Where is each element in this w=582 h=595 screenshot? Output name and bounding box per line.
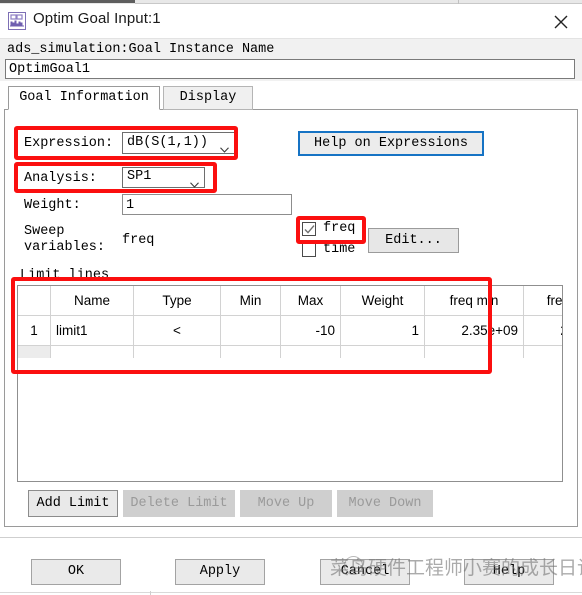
- column-header-weight[interactable]: Weight: [340, 286, 425, 316]
- column-header-index: [18, 286, 51, 316]
- cell-weight[interactable]: 1: [340, 315, 425, 346]
- window-title: Optim Goal Input:1: [33, 10, 161, 27]
- column-header-type[interactable]: Type: [133, 286, 221, 316]
- empty-cell: [50, 345, 134, 358]
- dialog-button-bar: OK Apply Cancel Help: [0, 540, 582, 595]
- row-index: 1: [18, 315, 51, 346]
- bottom-hairline-tick: [150, 591, 151, 595]
- move-up-button: Move Up: [240, 490, 332, 517]
- ok-button[interactable]: OK: [31, 559, 121, 585]
- sweep-variables-label-line2: variables:: [24, 240, 106, 255]
- freq-checkbox-label: freq: [323, 221, 356, 236]
- tab-bar: Goal Information Display: [4, 86, 578, 110]
- column-header-freq-max[interactable]: freq max: [523, 286, 562, 316]
- expression-value: dB(S(1,1)): [127, 135, 209, 150]
- chevron-down-icon: [190, 175, 199, 188]
- move-down-button: Move Down: [337, 490, 433, 517]
- empty-cell: [424, 345, 524, 358]
- table-header-row: Name Type Min Max Weight freq min freq m…: [18, 286, 562, 316]
- cell-freq-min[interactable]: 2.35e+09: [424, 315, 524, 346]
- expression-label: Expression:: [24, 136, 114, 151]
- waveform-icon: [8, 12, 26, 30]
- freq-checkbox[interactable]: [302, 222, 316, 236]
- empty-cell: [340, 345, 425, 358]
- help-button[interactable]: Help: [464, 559, 554, 585]
- weight-label: Weight:: [24, 198, 81, 213]
- column-header-freq-min[interactable]: freq min: [424, 286, 524, 316]
- limit-lines-table: Name Type Min Max Weight freq min freq m…: [18, 286, 562, 358]
- bottom-hairline: [0, 592, 582, 593]
- column-header-max[interactable]: Max: [280, 286, 341, 316]
- empty-cell: [280, 345, 341, 358]
- chevron-down-icon: [220, 140, 229, 153]
- apply-button[interactable]: Apply: [175, 559, 265, 585]
- instance-name-section: ads_simulation:Goal Instance Name: [0, 38, 582, 81]
- cell-type[interactable]: <: [133, 315, 221, 346]
- table-empty-row: [18, 345, 562, 358]
- empty-row-index: [18, 345, 51, 358]
- weight-input[interactable]: [122, 194, 292, 215]
- column-header-name[interactable]: Name: [50, 286, 134, 316]
- sweep-variables-label-line1: Sweep: [24, 224, 65, 239]
- tab-display[interactable]: Display: [163, 86, 253, 110]
- time-checkbox[interactable]: [302, 243, 316, 257]
- limit-lines-label: Limit lines: [20, 268, 110, 283]
- limit-lines-table-container[interactable]: Name Type Min Max Weight freq min freq m…: [17, 285, 563, 482]
- expression-dropdown[interactable]: dB(S(1,1)): [122, 132, 235, 154]
- edit-button[interactable]: Edit...: [368, 228, 459, 253]
- analysis-dropdown[interactable]: SP1: [122, 167, 205, 188]
- cell-min[interactable]: [220, 315, 281, 346]
- tab-goal-information[interactable]: Goal Information: [8, 86, 160, 110]
- sweep-variables-value: freq: [122, 233, 155, 248]
- cell-freq-max[interactable]: 2.45e+09: [523, 315, 562, 346]
- empty-cell: [523, 345, 562, 358]
- empty-cell: [220, 345, 281, 358]
- analysis-value: SP1: [127, 169, 152, 184]
- cell-name[interactable]: limit1: [50, 315, 134, 346]
- help-on-expressions-button[interactable]: Help on Expressions: [298, 131, 484, 156]
- close-icon[interactable]: [548, 10, 574, 34]
- instance-name-input[interactable]: [5, 59, 575, 79]
- table-header: Name Type Min Max Weight freq min freq m…: [18, 286, 562, 316]
- empty-cell: [133, 345, 221, 358]
- column-header-min[interactable]: Min: [220, 286, 281, 316]
- add-limit-button[interactable]: Add Limit: [28, 490, 118, 517]
- table-body: 1 limit1 < -10 1 2.35e+09 2.45e+09: [18, 315, 562, 358]
- delete-limit-button: Delete Limit: [123, 490, 235, 517]
- analysis-label: Analysis:: [24, 171, 97, 186]
- title-bar: Optim Goal Input:1: [0, 4, 582, 38]
- instance-name-label: ads_simulation:Goal Instance Name: [7, 42, 275, 57]
- table-row: 1 limit1 < -10 1 2.35e+09 2.45e+09: [18, 315, 562, 346]
- time-checkbox-label: time: [323, 242, 356, 257]
- cancel-button[interactable]: Cancel: [320, 559, 410, 585]
- cell-max[interactable]: -10: [280, 315, 341, 346]
- window-chrome-strip-dark: [0, 0, 135, 3]
